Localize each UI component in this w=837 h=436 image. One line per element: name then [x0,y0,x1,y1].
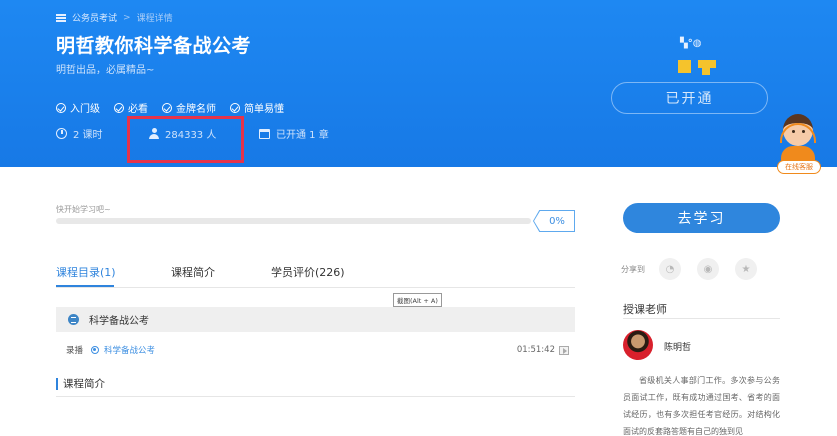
check-circle-icon [114,102,124,113]
check-circle-icon [56,102,66,113]
share-bar: 分享到 ◔ ◉ ★ [621,258,773,280]
breadcrumb-parent-link[interactable]: 公务员考试 [72,11,117,24]
tag-label: 金牌名师 [176,104,216,115]
active-tab-indicator [56,285,114,287]
progress-percent-badge: 0% [533,210,575,232]
course-tags: 入门级 必看 金牌名师 简单易懂 [56,100,284,115]
divider [623,318,780,319]
breadcrumb-current: 课程详情 [136,14,173,24]
breadcrumb-separator: > [123,12,131,23]
chapter-list-icon [68,314,79,325]
chapter-row[interactable]: 科学备战公考 [56,307,575,332]
weibo-icon[interactable]: ◉ [697,258,719,280]
online-service-widget[interactable]: 在线客服 [777,110,821,176]
lesson-type: 录播 [66,346,84,356]
tag-item: 简单易懂 [230,100,284,115]
wechat-icon[interactable]: ◔ [659,258,681,280]
tag-item: 入门级 [56,100,100,115]
opened-status-button[interactable]: 已开通 [611,82,768,114]
lesson-count: 2 课时 [56,126,103,141]
annotation-highlight-box [127,116,244,163]
screenshot-tooltip: 截图(Alt + A) [393,293,442,307]
lesson-count-text: 2 课时 [73,130,103,141]
lesson-status-icon [91,346,100,354]
lesson-row[interactable]: 录播 科学备战公考 01:51:42 [56,342,575,358]
list-icon [56,13,66,22]
progress-percent-text: 0% [534,211,574,231]
course-subtitle: 明哲出品，必属精品~ [56,65,155,76]
course-tabs: 课程目录(1) 课程简介 学员评价(226) [56,264,575,288]
teacher-heading: 授课老师 [623,303,667,316]
tab-course-intro[interactable]: 课程简介 [171,264,215,280]
progress-bar [56,218,531,224]
breadcrumb: 公务员考试 > 课程详情 [56,11,173,24]
lesson-duration: 01:51:42 [516,345,555,355]
opened-chapters: 已开通 1 章 [259,126,329,141]
check-circle-icon [230,102,240,113]
course-intro-heading: 课程简介 [56,378,105,390]
progress-caption: 快开始学习吧~ [56,205,111,214]
opened-chapters-text: 已开通 1 章 [276,130,329,141]
divider [56,396,575,397]
online-service-label: 在线客服 [777,160,821,174]
check-circle-icon [162,102,172,113]
course-header-banner: 公务员考试 > 课程详情 明哲教你科学备战公考 明哲出品，必属精品~ 入门级 必… [0,0,837,167]
tab-student-reviews[interactable]: 学员评价(226) [271,264,345,280]
share-label: 分享到 [621,264,645,274]
play-icon[interactable] [559,345,569,355]
course-logo: ▚°◍ [676,38,720,78]
tag-item: 金牌名师 [162,100,216,115]
tag-label: 入门级 [70,104,100,115]
start-study-button[interactable]: 去学习 [623,203,780,233]
logo-mark-icon: ▚°◍ [680,38,702,49]
tag-label: 必看 [128,104,148,115]
lesson-name-link[interactable]: 科学备战公考 [104,344,155,356]
teacher-bio: 省级机关人事部门工作。多次参与公务员面试工作，既有成功通过国考、省考的面试经历，… [623,376,780,436]
tag-item: 必看 [114,100,148,115]
tag-label: 简单易懂 [244,104,284,115]
tab-course-catalog[interactable]: 课程目录(1) [56,264,116,280]
teacher-name: 陈明哲 [664,343,692,353]
star-icon[interactable]: ★ [735,258,757,280]
chapter-icon [259,128,270,139]
teacher-avatar [623,330,653,360]
clock-icon [56,128,67,139]
page-title: 明哲教你科学备战公考 [56,35,252,57]
chapter-title: 科学备战公考 [89,316,149,327]
